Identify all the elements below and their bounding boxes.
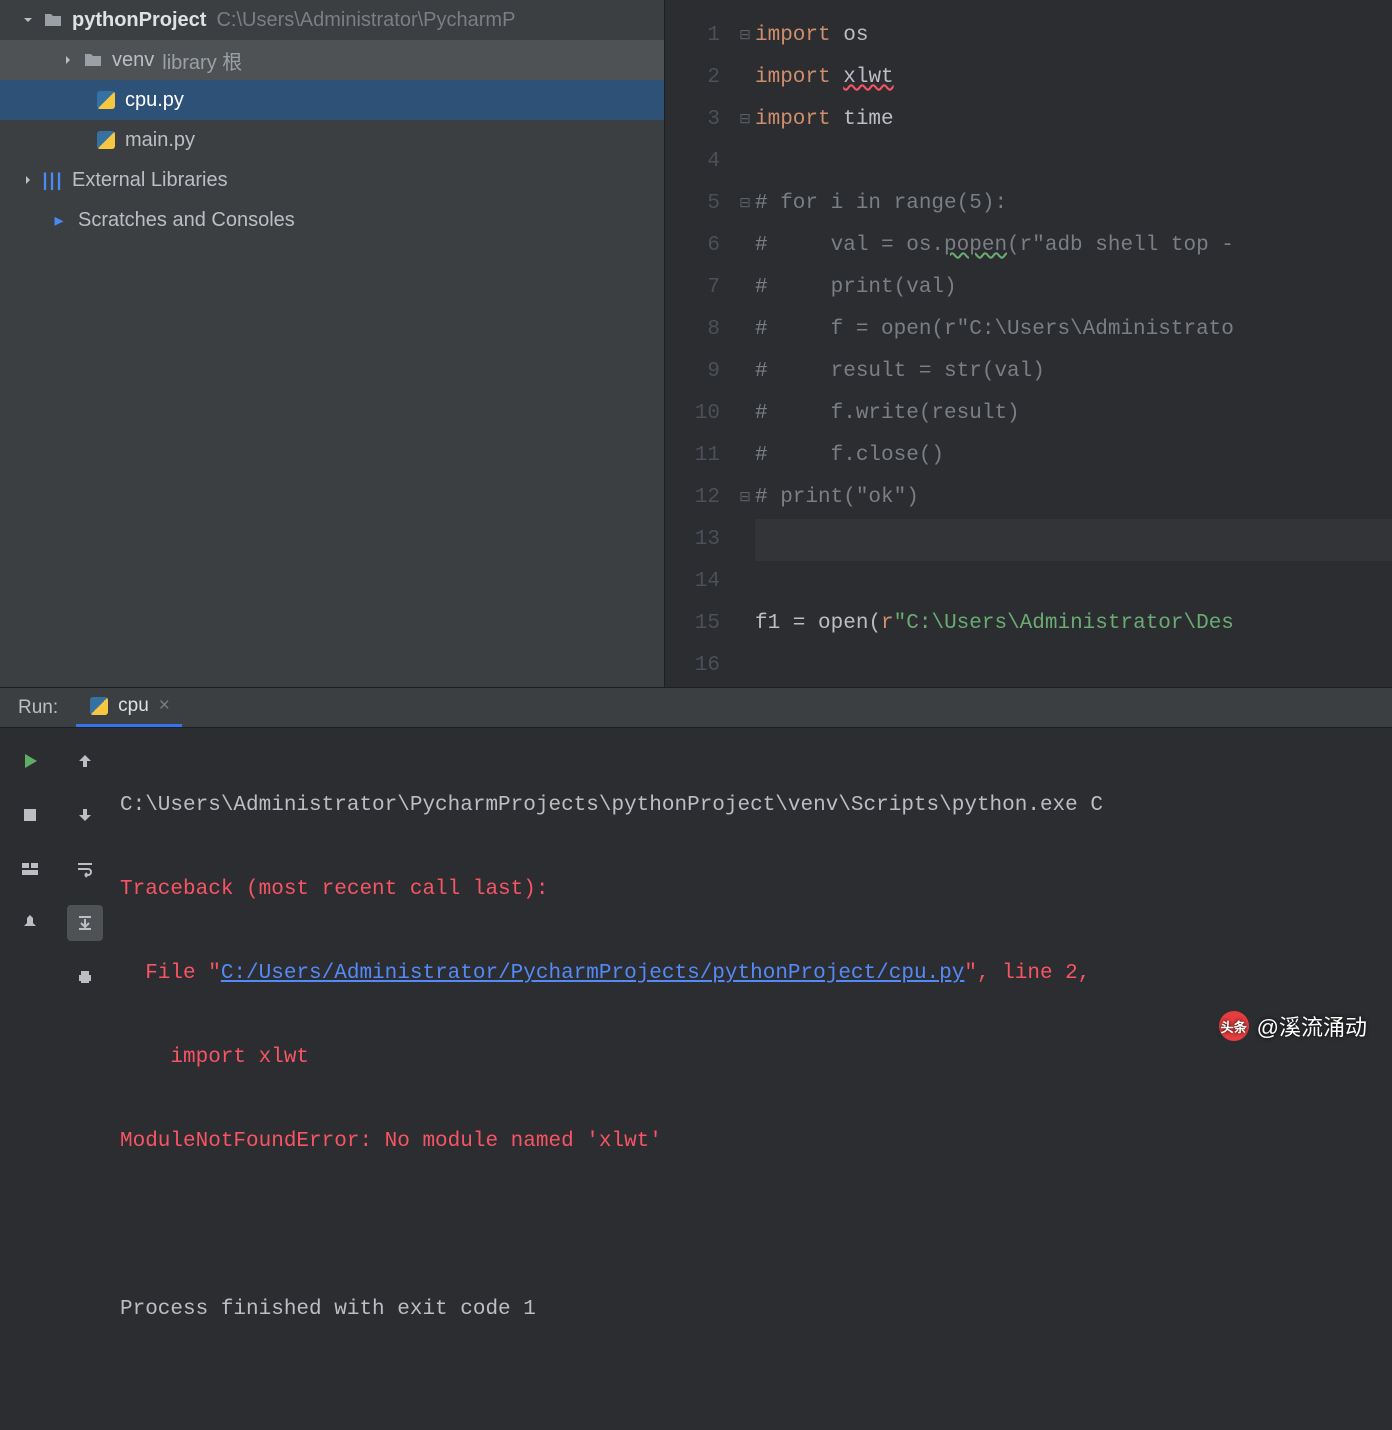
traceback-error: ModuleNotFoundError: No module named 'xl… — [120, 1121, 1382, 1163]
code-line[interactable]: # print(val) — [755, 267, 1392, 309]
exit-message: Process finished with exit code 1 — [120, 1289, 1382, 1331]
console-nav — [60, 728, 110, 1430]
console-line: C:\Users\Administrator\PycharmProjects\p… — [120, 785, 1382, 827]
soft-wrap-button[interactable] — [67, 851, 103, 887]
pin-button[interactable] — [12, 905, 48, 941]
code-line[interactable]: # for i in range(5): — [755, 183, 1392, 225]
run-panel-label: Run: — [0, 697, 76, 719]
code-line[interactable]: # f.write(result) — [755, 393, 1392, 435]
traceback-file-line: File "C:/Users/Administrator/PycharmProj… — [120, 953, 1382, 995]
project-tree[interactable]: pythonProject C:\Users\Administrator\Pyc… — [0, 0, 665, 687]
up-button[interactable] — [67, 743, 103, 779]
code-line[interactable]: import xlwt — [755, 57, 1392, 99]
watermark: 头条 @溪流涌动 — [1219, 1010, 1367, 1042]
code-line[interactable]: # print("ok") — [755, 477, 1392, 519]
run-header: Run: cpu × — [0, 688, 1392, 728]
line-gutter: 12345678910111213141516 — [665, 0, 735, 687]
traceback-link[interactable]: C:/Users/Administrator/PycharmProjects/p… — [221, 962, 965, 985]
run-panel: Run: cpu × C:\Users\Administrator\Pychar… — [0, 687, 1392, 1430]
python-file-icon — [95, 89, 117, 111]
tree-file-cpu[interactable]: cpu.py — [0, 80, 664, 120]
tree-file-main[interactable]: main.py — [0, 120, 664, 160]
python-file-icon — [88, 695, 110, 717]
tree-scratches[interactable]: Scratches and Consoles — [0, 200, 664, 240]
code-line[interactable]: import time — [755, 99, 1392, 141]
rerun-button[interactable] — [12, 743, 48, 779]
watermark-text: @溪流涌动 — [1257, 1010, 1367, 1042]
code-area[interactable]: import osimport xlwtimport time # for i … — [755, 0, 1392, 687]
code-line[interactable]: import os — [755, 15, 1392, 57]
print-button[interactable] — [67, 959, 103, 995]
layout-button[interactable] — [12, 851, 48, 887]
scratches-icon — [48, 209, 70, 231]
tree-root[interactable]: pythonProject C:\Users\Administrator\Pyc… — [0, 0, 664, 40]
code-line[interactable] — [755, 141, 1392, 183]
tree-external-libraries[interactable]: External Libraries — [0, 160, 664, 200]
code-editor[interactable]: 12345678910111213141516 ⊟⊟⊟⊟ import osim… — [665, 0, 1392, 687]
scratches-label: Scratches and Consoles — [78, 209, 295, 232]
ext-lib-label: External Libraries — [72, 169, 228, 192]
chevron-down-icon[interactable] — [20, 12, 36, 28]
folder-icon — [82, 49, 104, 71]
scroll-end-button[interactable] — [67, 905, 103, 941]
run-toolbar — [0, 728, 60, 1430]
code-line[interactable] — [755, 645, 1392, 687]
fold-column[interactable]: ⊟⊟⊟⊟ — [735, 0, 755, 687]
code-line[interactable] — [755, 519, 1392, 561]
chevron-right-icon[interactable] — [20, 172, 36, 188]
code-line[interactable]: # result = str(val) — [755, 351, 1392, 393]
venv-name: venv — [112, 49, 154, 72]
code-line[interactable]: # val = os.popen(r"adb shell top - — [755, 225, 1392, 267]
traceback-import: import xlwt — [120, 1037, 1382, 1079]
stop-button[interactable] — [12, 797, 48, 833]
file-name: cpu.py — [125, 89, 184, 112]
tree-venv[interactable]: venv library 根 — [0, 40, 664, 80]
code-line[interactable]: # f = open(r"C:\Users\Administrato — [755, 309, 1392, 351]
venv-suffix: library 根 — [162, 46, 242, 75]
project-path: C:\Users\Administrator\PycharmP — [216, 9, 515, 32]
code-line[interactable]: f1 = open(r"C:\Users\Administrator\Des — [755, 603, 1392, 645]
run-tab-cpu[interactable]: cpu × — [76, 688, 182, 727]
run-tab-name: cpu — [118, 695, 149, 717]
code-line[interactable] — [755, 561, 1392, 603]
file-name: main.py — [125, 129, 195, 152]
close-icon[interactable]: × — [159, 695, 170, 717]
project-name: pythonProject — [72, 9, 206, 32]
console-output[interactable]: C:\Users\Administrator\PycharmProjects\p… — [110, 728, 1392, 1430]
library-icon — [42, 169, 64, 191]
traceback-header: Traceback (most recent call last): — [120, 869, 1382, 911]
python-file-icon — [95, 129, 117, 151]
chevron-right-icon[interactable] — [60, 52, 76, 68]
console-blank — [120, 1205, 1382, 1247]
code-line[interactable]: # f.close() — [755, 435, 1392, 477]
folder-icon — [42, 9, 64, 31]
down-button[interactable] — [67, 797, 103, 833]
watermark-logo: 头条 — [1219, 1011, 1249, 1041]
